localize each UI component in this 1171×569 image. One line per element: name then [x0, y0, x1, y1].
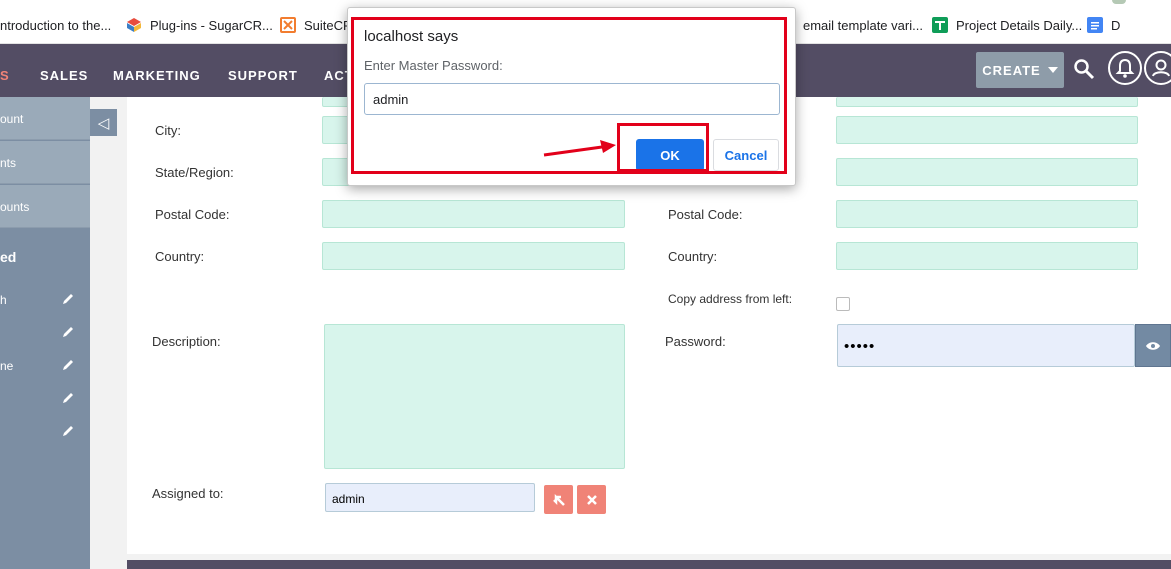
red-arrow-icon — [543, 140, 616, 157]
caret-down-icon — [1047, 67, 1058, 73]
edit-pencil-icon[interactable] — [61, 391, 75, 405]
bookmark-doc[interactable]: D — [1087, 15, 1120, 35]
show-password-eye-icon[interactable] — [1135, 324, 1171, 367]
sidebar-item-import-accounts[interactable]: ounts — [0, 185, 90, 228]
postal-code-field[interactable] — [322, 200, 625, 228]
password-field[interactable]: ••••• — [837, 324, 1135, 367]
copy-address-checkbox[interactable] — [836, 297, 850, 311]
sidebar: ount nts ounts ed h ne — [0, 97, 90, 569]
password-label: Password: — [665, 334, 726, 349]
description-label: Description: — [152, 334, 221, 349]
assigned-to-field[interactable]: admin — [325, 483, 535, 512]
copy-address-label: Copy address from left: — [668, 292, 793, 306]
ok-highlight-box — [617, 123, 709, 172]
country-field[interactable] — [322, 242, 625, 270]
shipping-country-label: Country: — [668, 249, 718, 264]
arrow-cursor-icon — [552, 493, 565, 506]
bookmark-project-details[interactable]: Project Details Daily... — [932, 15, 1082, 35]
create-button[interactable]: CREATE — [976, 52, 1064, 88]
sidebar-item-view-accounts[interactable]: nts — [0, 141, 90, 184]
google-docs-icon — [1087, 17, 1103, 33]
postal-code-label: Postal Code: — [155, 207, 230, 222]
tab-edge-fragment — [1112, 0, 1126, 4]
assigned-to-label: Assigned to: — [152, 486, 224, 501]
shipping-country-field[interactable] — [836, 242, 1138, 270]
bookmark-suitecrm[interactable]: SuiteCRI — [280, 15, 356, 35]
xampp-icon — [280, 17, 296, 33]
shipping-street-field[interactable] — [836, 97, 1138, 107]
shipping-postal-label: Postal Code: — [668, 207, 743, 222]
recent-item[interactable]: ne — [0, 359, 13, 373]
collapse-sidebar-icon[interactable]: ◁ — [90, 109, 117, 136]
bookmark-email-template[interactable]: email template vari... — [803, 15, 923, 35]
state-label: State/Region: — [155, 165, 234, 180]
footer-bar — [127, 560, 1171, 569]
edit-pencil-icon[interactable] — [61, 325, 75, 339]
sugarcrm-cube-icon — [126, 17, 142, 33]
edit-pencil-icon[interactable] — [61, 424, 75, 438]
nav-item-marketing[interactable]: MARKETING — [113, 68, 201, 83]
edit-pencil-icon[interactable] — [61, 358, 75, 372]
recently-viewed-heading: ed — [0, 249, 17, 265]
sidebar-item-create-account[interactable]: ount — [0, 97, 90, 140]
bookmark-plugins[interactable]: Plug-ins - SugarCR... — [126, 15, 273, 35]
nav-item-accounts[interactable]: S — [0, 68, 10, 83]
edit-pencil-icon[interactable] — [61, 292, 75, 306]
clear-user-button[interactable] — [577, 485, 606, 514]
close-icon — [586, 494, 597, 505]
shipping-city-field[interactable] — [836, 116, 1138, 144]
description-textarea[interactable] — [324, 324, 625, 469]
shipping-state-field[interactable] — [836, 158, 1138, 186]
shipping-postal-field[interactable] — [836, 200, 1138, 228]
bookmark-intro[interactable]: ntroduction to the... — [0, 15, 111, 35]
nav-item-support[interactable]: SUPPORT — [228, 68, 298, 83]
notifications-bell-icon[interactable] — [1108, 51, 1142, 85]
country-label: Country: — [155, 249, 205, 264]
google-sheets-icon — [932, 17, 948, 33]
city-label: City: — [155, 123, 181, 138]
search-icon[interactable] — [1073, 58, 1095, 80]
select-user-button[interactable] — [544, 485, 573, 514]
user-profile-icon[interactable] — [1144, 51, 1171, 85]
recent-item[interactable]: h — [0, 293, 7, 307]
nav-item-sales[interactable]: SALES — [40, 68, 88, 83]
